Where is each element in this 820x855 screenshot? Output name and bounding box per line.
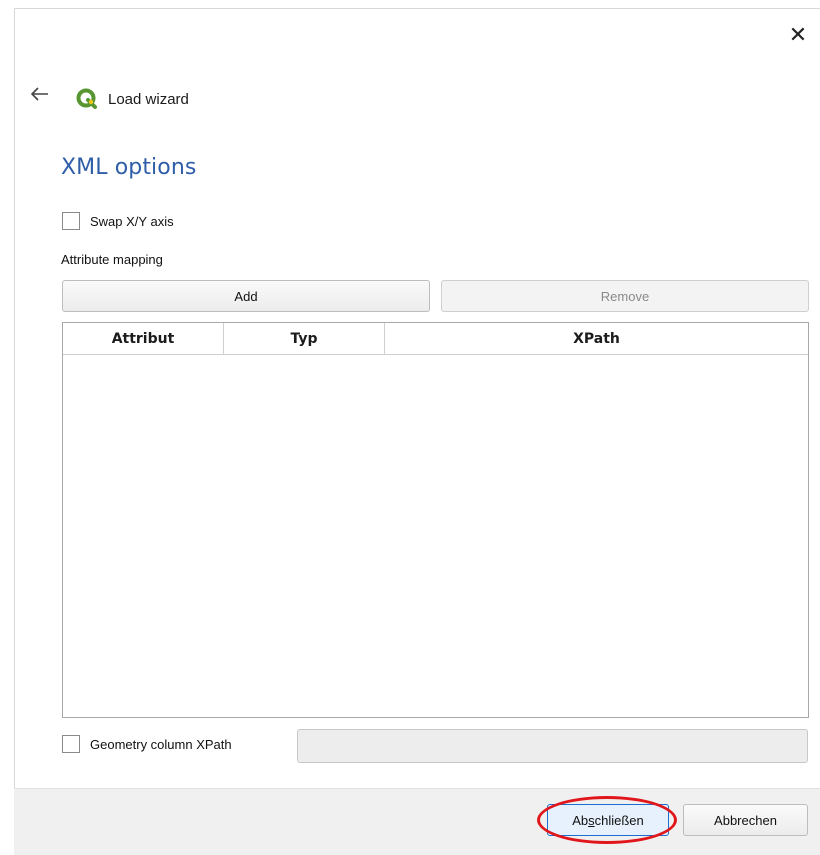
finish-label-prefix: Ab: [572, 812, 589, 828]
geometry-column-label: Geometry column XPath: [90, 736, 232, 752]
geometry-xpath-input[interactable]: [297, 729, 808, 763]
close-button[interactable]: ✕: [780, 20, 816, 50]
back-button[interactable]: [26, 82, 54, 106]
geometry-column-checkbox[interactable]: [62, 735, 80, 753]
qgis-logo-icon: [76, 88, 97, 109]
window-title: Load wizard: [108, 90, 189, 108]
attribute-mapping-label: Attribute mapping: [61, 252, 163, 267]
swap-axis-checkbox[interactable]: [62, 212, 80, 230]
swap-axis-row[interactable]: Swap X/Y axis: [62, 212, 174, 230]
column-header-xpath[interactable]: XPath: [385, 323, 808, 354]
attribute-mapping-table[interactable]: Attribut Typ XPath: [62, 322, 809, 718]
finish-label-suffix: chließen: [594, 812, 644, 828]
add-button[interactable]: Add: [62, 280, 430, 312]
close-icon: ✕: [788, 22, 808, 47]
column-header-attribut[interactable]: Attribut: [63, 323, 224, 354]
window-title-row: Load wizard: [76, 86, 189, 112]
table-body[interactable]: [63, 355, 808, 717]
cancel-button[interactable]: Abbrechen: [683, 804, 808, 836]
page-title: XML options: [61, 155, 197, 180]
column-header-typ[interactable]: Typ: [224, 323, 385, 354]
swap-axis-label: Swap X/Y axis: [90, 213, 174, 229]
geometry-column-row[interactable]: Geometry column XPath: [62, 735, 232, 753]
arrow-left-icon: [31, 87, 48, 101]
table-header: Attribut Typ XPath: [63, 323, 808, 355]
finish-button[interactable]: Ab s chließen: [547, 804, 669, 836]
remove-button[interactable]: Remove: [441, 280, 809, 312]
